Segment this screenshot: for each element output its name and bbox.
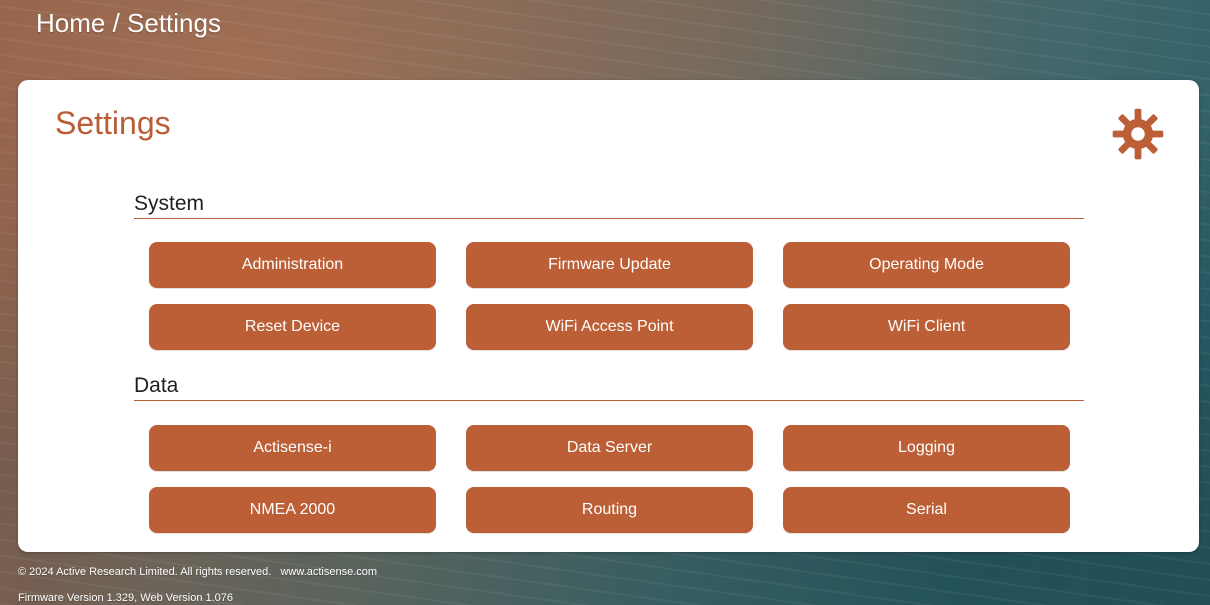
section-title-system: System [134, 192, 1084, 219]
footer-copyright: © 2024 Active Research Limited. All righ… [18, 566, 377, 578]
actisense-i-button[interactable]: Actisense-i [149, 425, 436, 471]
firmware-update-button[interactable]: Firmware Update [466, 242, 753, 288]
section-title-data: Data [134, 374, 1084, 401]
footer-version-info: Firmware Version 1.329, Web Version 1.07… [18, 592, 234, 604]
system-settings-grid: Administration Firmware Update Operating… [149, 242, 1070, 350]
gear-icon [1112, 108, 1164, 160]
data-settings-grid: Actisense-i Data Server Logging NMEA 200… [149, 425, 1070, 533]
reset-device-button[interactable]: Reset Device [149, 304, 436, 350]
breadcrumb-link[interactable]: Home / Settings [36, 8, 221, 38]
footer-spacer [274, 566, 277, 578]
nmea-2000-button[interactable]: NMEA 2000 [149, 487, 436, 533]
page-title: Settings [55, 105, 171, 141]
settings-card: Settings System Administration Firmware … [18, 80, 1199, 552]
operating-mode-button[interactable]: Operating Mode [783, 242, 1070, 288]
routing-button[interactable]: Routing [466, 487, 753, 533]
wifi-access-point-button[interactable]: WiFi Access Point [466, 304, 753, 350]
logging-button[interactable]: Logging [783, 425, 1070, 471]
wifi-client-button[interactable]: WiFi Client [783, 304, 1070, 350]
breadcrumb[interactable]: Home / Settings [36, 8, 221, 38]
copyright-text: © 2024 Active Research Limited. All righ… [18, 566, 272, 578]
administration-button[interactable]: Administration [149, 242, 436, 288]
actisense-website-link[interactable]: www.actisense.com [280, 566, 377, 578]
data-server-button[interactable]: Data Server [466, 425, 753, 471]
serial-button[interactable]: Serial [783, 487, 1070, 533]
